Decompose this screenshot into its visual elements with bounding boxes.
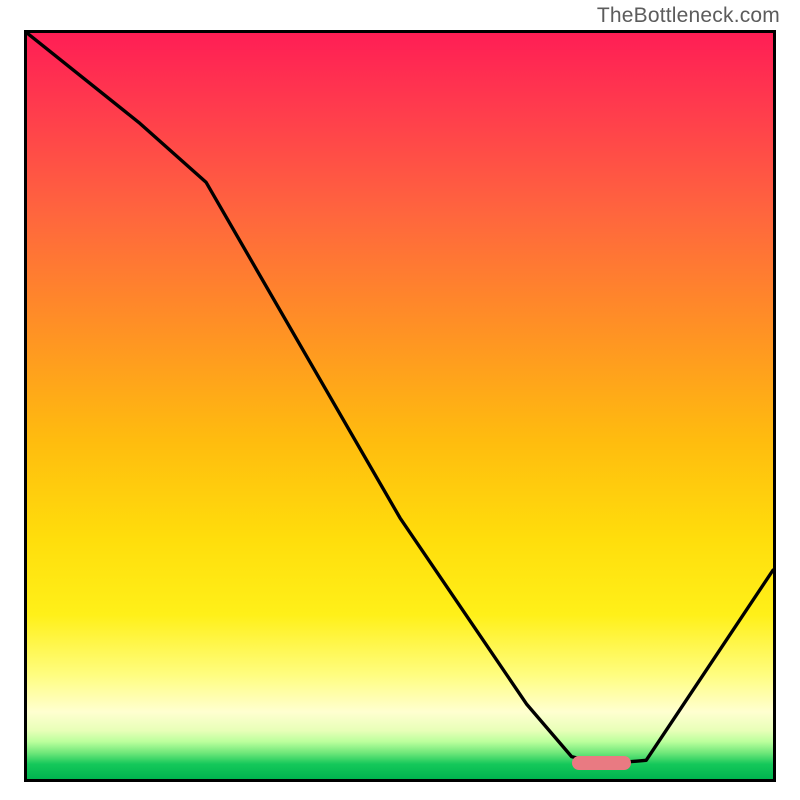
curve-path	[27, 33, 773, 764]
chart-curve	[27, 33, 773, 779]
optimal-range-marker	[572, 756, 632, 770]
watermark-text: TheBottleneck.com	[597, 4, 780, 28]
chart-frame	[24, 30, 776, 782]
